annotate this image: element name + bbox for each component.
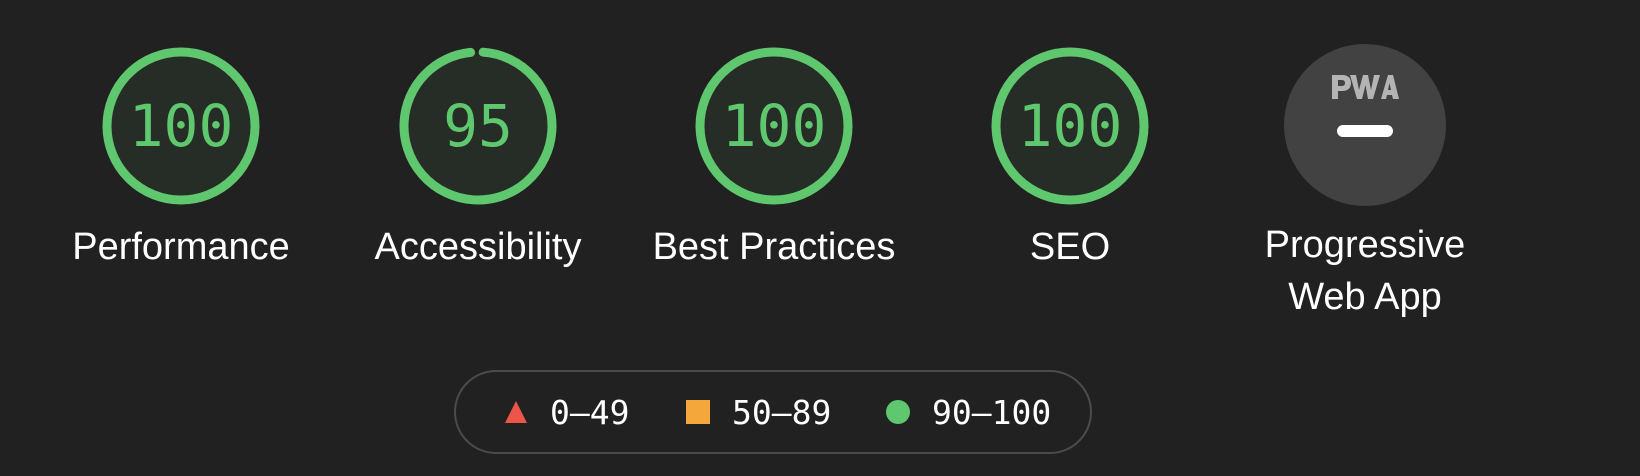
- gauge-label: SEO: [1029, 226, 1111, 268]
- gauge-pwa[interactable]: Progressive Web App: [1215, 44, 1515, 318]
- gauge-score: 95: [443, 92, 513, 160]
- legend-item-average: 50–89: [686, 372, 831, 452]
- legend-range: 90–100: [932, 392, 1052, 432]
- score-legend: 0–49 50–89 90–100: [454, 370, 1092, 454]
- circle-icon: [886, 400, 910, 424]
- gauge-score: 100: [128, 92, 234, 160]
- gauge-label-line: Progressive: [1264, 224, 1466, 266]
- gauge-accessibility[interactable]: 95 Accessibility: [328, 44, 628, 268]
- gauge-score: 100: [1017, 92, 1123, 160]
- dash-icon: [1337, 125, 1393, 137]
- triangle-icon: [505, 401, 527, 423]
- gauge-label: Progressive Web App: [1215, 219, 1515, 323]
- legend-range: 0–49: [550, 392, 630, 432]
- gauge-best-practices[interactable]: 100 Best Practices: [624, 44, 924, 268]
- square-icon: [686, 400, 710, 424]
- gauge-label-line: Web App: [1288, 276, 1442, 318]
- gauge-performance[interactable]: 100 Performance: [31, 44, 331, 268]
- gauge-seo[interactable]: 100 SEO: [920, 44, 1220, 268]
- gauge-label: Performance: [72, 226, 290, 268]
- legend-range: 50–89: [732, 392, 832, 432]
- lighthouse-scores-summary: 100 Performance 95 Accessibility 100 Bes…: [0, 0, 1640, 476]
- legend-item-fail: 0–49: [504, 372, 629, 452]
- gauge-score: 100: [721, 92, 827, 160]
- gauge-label: Accessibility: [374, 226, 582, 268]
- gauge-label: Best Practices: [652, 226, 896, 268]
- pwa-logo-icon: [1332, 75, 1399, 99]
- pwa-badge: [1284, 44, 1446, 206]
- legend-item-pass: 90–100: [886, 372, 1051, 452]
